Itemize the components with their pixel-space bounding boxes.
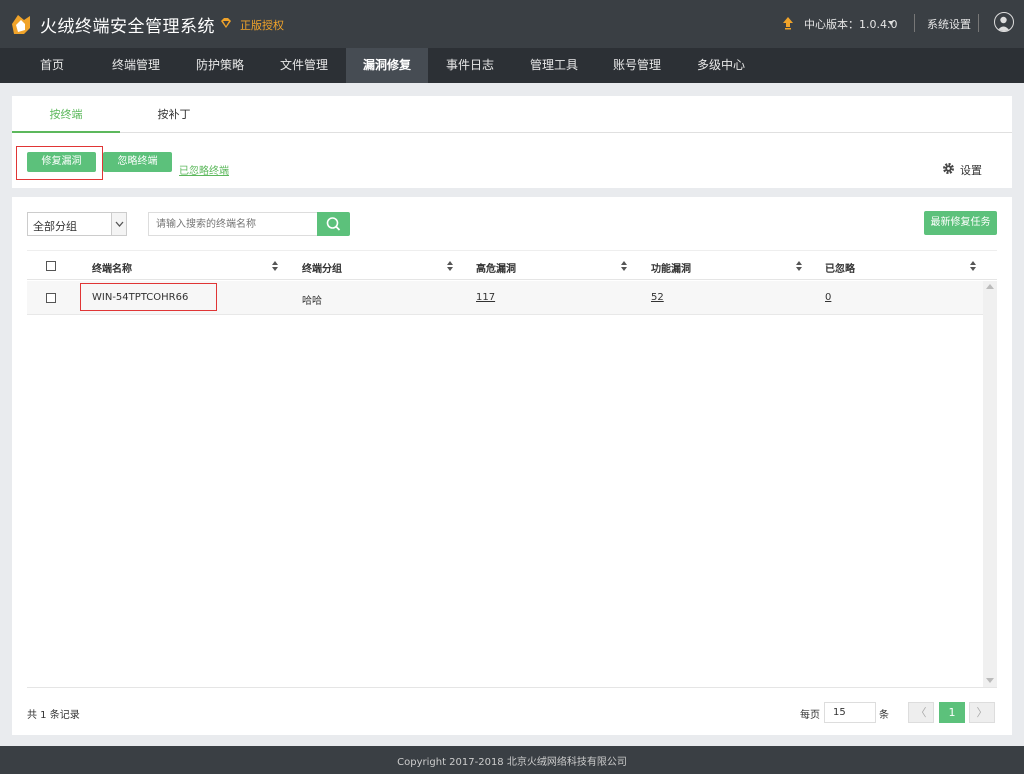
main-nav: 首页 终端管理 防护策略 文件管理 漏洞修复 事件日志 管理工具 账号管理 多级…: [0, 48, 1024, 83]
prev-page-button[interactable]: 〈: [908, 702, 934, 723]
column-header-high-risk[interactable]: 高危漏洞: [476, 260, 516, 275]
user-avatar-icon[interactable]: [994, 12, 1014, 32]
search-button[interactable]: [317, 212, 350, 236]
divider: [27, 687, 997, 688]
sort-icon[interactable]: [796, 261, 802, 271]
app-title: 火绒终端安全管理系统: [40, 17, 215, 37]
footer: Copyright 2017-2018 北京火绒网络科技有限公司: [0, 746, 1024, 774]
scroll-down-icon[interactable]: [986, 678, 994, 683]
functional-count-link[interactable]: 52: [651, 292, 664, 303]
chevron-down-icon[interactable]: [111, 213, 126, 235]
nav-item-home[interactable]: 首页: [20, 48, 84, 83]
tab-by-patch[interactable]: 按补丁: [120, 96, 228, 133]
sort-icon[interactable]: [970, 261, 976, 271]
column-header-ignored[interactable]: 已忽略: [825, 260, 855, 275]
license-status: 正版授权: [240, 19, 284, 32]
nav-item-terminal-management[interactable]: 终端管理: [100, 48, 172, 83]
row-checkbox[interactable]: [46, 293, 56, 303]
nav-item-management-tools[interactable]: 管理工具: [518, 48, 590, 83]
nav-item-vulnerability-repair[interactable]: 漏洞修复: [346, 48, 428, 83]
next-page-button[interactable]: 〉: [969, 702, 995, 723]
top-bar: 火绒终端安全管理系统 正版授权 中心版本：1.0.4.0 系统设置: [0, 0, 1024, 48]
terminal-group: 哈哈: [302, 296, 322, 307]
search-input[interactable]: [148, 212, 318, 236]
nav-item-multi-level-center[interactable]: 多级中心: [685, 48, 757, 83]
latest-repair-task-button[interactable]: 最新修复任务: [924, 211, 997, 235]
table-header: 终端名称 终端分组 高危漏洞 功能漏洞 已忽略: [27, 250, 997, 280]
chevron-down-icon[interactable]: [888, 21, 894, 25]
total-records: 共 1 条记录: [27, 710, 80, 721]
huorong-logo-icon: [12, 15, 30, 34]
column-header-functional[interactable]: 功能漏洞: [651, 260, 691, 275]
select-all-checkbox[interactable]: [46, 261, 56, 271]
tab-bar: 按终端 按补丁: [12, 96, 1012, 133]
terminal-name[interactable]: WIN-54TPTCOHR66: [92, 292, 188, 303]
nav-item-file-management[interactable]: 文件管理: [268, 48, 340, 83]
version-dropdown[interactable]: 中心版本：1.0.4.0: [804, 16, 897, 32]
system-settings-link[interactable]: 系统设置: [927, 16, 971, 32]
search-icon: [326, 217, 341, 231]
per-page-unit: 条: [879, 710, 889, 721]
sort-icon[interactable]: [447, 261, 453, 271]
gear-icon[interactable]: [942, 162, 955, 175]
sort-icon[interactable]: [272, 261, 278, 271]
terminal-list-panel: 全部分组 最新修复任务 终端名称 终端分组 高危漏洞 功能漏洞 已忽略 WIN-…: [12, 197, 1012, 735]
nav-item-protection-policy[interactable]: 防护策略: [184, 48, 256, 83]
toolbar-panel: 按终端 按补丁 修复漏洞 忽略终端 已忽略终端 设置: [12, 96, 1012, 188]
tab-by-terminal[interactable]: 按终端: [12, 96, 120, 133]
upgrade-arrow-icon[interactable]: [782, 16, 794, 30]
copyright: Copyright 2017-2018 北京火绒网络科技有限公司: [397, 757, 627, 768]
vertical-scrollbar[interactable]: [983, 281, 997, 687]
ignored-count-link[interactable]: 0: [825, 292, 831, 303]
group-select-value: 全部分组: [33, 220, 77, 233]
column-header-terminal-name[interactable]: 终端名称: [92, 260, 132, 275]
sort-icon[interactable]: [621, 261, 627, 271]
per-page-label: 每页: [800, 710, 820, 721]
nav-item-account-management[interactable]: 账号管理: [601, 48, 673, 83]
ignored-terminals-link[interactable]: 已忽略终端: [179, 162, 229, 177]
scroll-up-icon[interactable]: [986, 284, 994, 289]
page-1-button[interactable]: 1: [939, 702, 965, 723]
high-risk-count-link[interactable]: 117: [476, 292, 495, 303]
per-page-input[interactable]: [824, 702, 876, 723]
repair-vulnerability-button[interactable]: 修复漏洞: [27, 152, 96, 172]
nav-item-event-log[interactable]: 事件日志: [434, 48, 506, 83]
group-select[interactable]: 全部分组: [27, 212, 127, 236]
divider: [914, 14, 915, 32]
column-header-terminal-group[interactable]: 终端分组: [302, 260, 342, 275]
divider: [978, 14, 979, 32]
diamond-icon: [221, 18, 231, 28]
ignore-terminal-button[interactable]: 忽略终端: [103, 152, 172, 172]
table-row[interactable]: WIN-54TPTCOHR66 哈哈 117 52 0: [27, 281, 983, 315]
settings-link[interactable]: 设置: [960, 162, 982, 178]
